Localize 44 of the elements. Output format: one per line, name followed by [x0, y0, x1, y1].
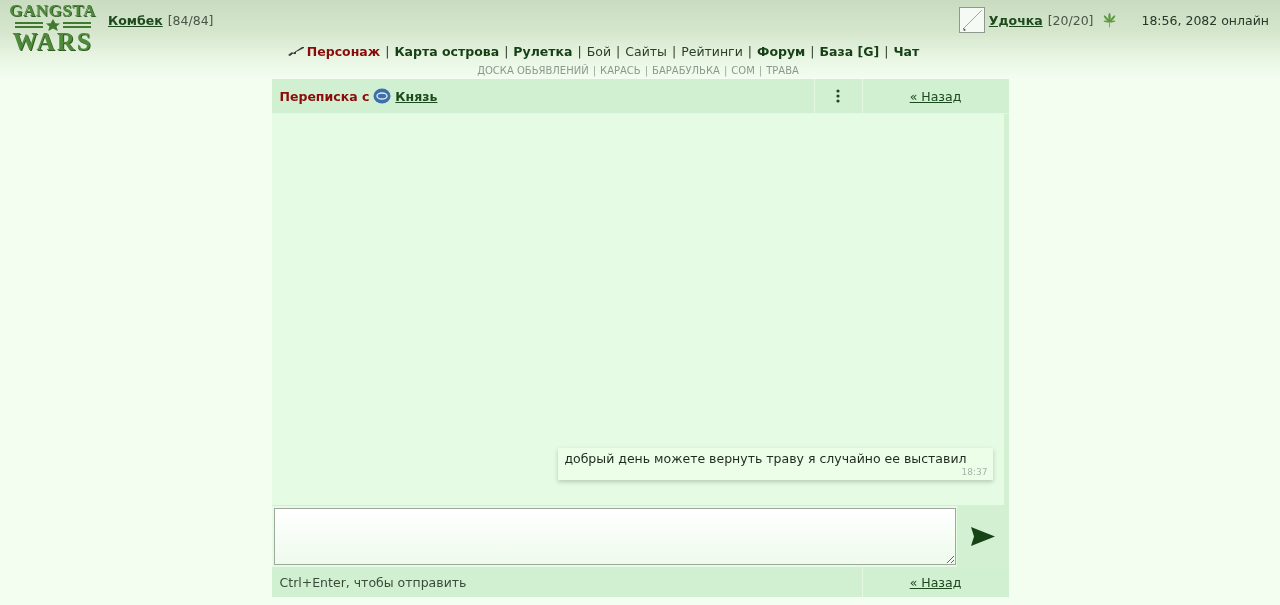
- back-link[interactable]: « Назад: [909, 574, 962, 590]
- nav-link[interactable]: Карта острова: [394, 43, 500, 59]
- back-link[interactable]: « Назад: [909, 88, 962, 104]
- subnav-separator: |: [644, 65, 649, 76]
- logo-text: GANGSTA: [9, 3, 96, 19]
- partner-name-link[interactable]: Князь: [395, 88, 438, 104]
- rifle-icon: [286, 46, 305, 56]
- send-button[interactable]: [956, 506, 1009, 567]
- item-durability: [20/20]: [1047, 12, 1094, 28]
- subnav-separator: |: [592, 65, 597, 76]
- item-name-link[interactable]: Удочка: [988, 12, 1043, 28]
- nav-separator: |: [385, 43, 390, 59]
- nav-link[interactable]: Бой: [586, 43, 612, 59]
- nav-link[interactable]: Рейтинги: [681, 43, 743, 59]
- message-time: 18:37: [961, 467, 988, 477]
- message-text: добрый день можете вернуть траву я случайно ее выставил: [564, 451, 967, 467]
- clan-badge-icon: [373, 88, 392, 104]
- nav-separator: |: [504, 43, 509, 59]
- leaf-icon: [1102, 12, 1118, 28]
- subnav-separator: |: [723, 65, 728, 76]
- more-icon: [836, 89, 840, 103]
- server-status: 18:56, 2082 онлайн: [1141, 12, 1269, 28]
- nav-link[interactable]: Чат: [893, 43, 920, 59]
- nav-link[interactable]: Сайты: [625, 43, 667, 59]
- nav-link[interactable]: База [G]: [819, 43, 880, 59]
- nav-link[interactable]: Персонаж: [306, 43, 381, 59]
- chat-title: Переписка с: [279, 88, 370, 104]
- nav-separator: |: [616, 43, 621, 59]
- subnav-separator: |: [758, 65, 763, 76]
- logo-text: WARS: [12, 31, 93, 53]
- nav-separator: |: [810, 43, 815, 59]
- nav-separator: |: [671, 43, 677, 59]
- star-stripes-icon: [12, 19, 93, 31]
- scroll-track[interactable]: [1003, 114, 1009, 505]
- player-name-link[interactable]: Комбек: [108, 12, 163, 28]
- nav-separator: |: [884, 43, 889, 59]
- player-health: [84/84]: [167, 12, 214, 28]
- send-hint: Ctrl+Enter, чтобы отправить: [278, 574, 468, 590]
- rod-icon: [958, 7, 985, 33]
- nav-link[interactable]: Форум: [757, 43, 806, 59]
- nav-link[interactable]: Рулетка: [513, 43, 573, 59]
- send-icon: [970, 527, 995, 546]
- nav-separator: |: [747, 43, 752, 59]
- nav-separator: |: [577, 43, 582, 59]
